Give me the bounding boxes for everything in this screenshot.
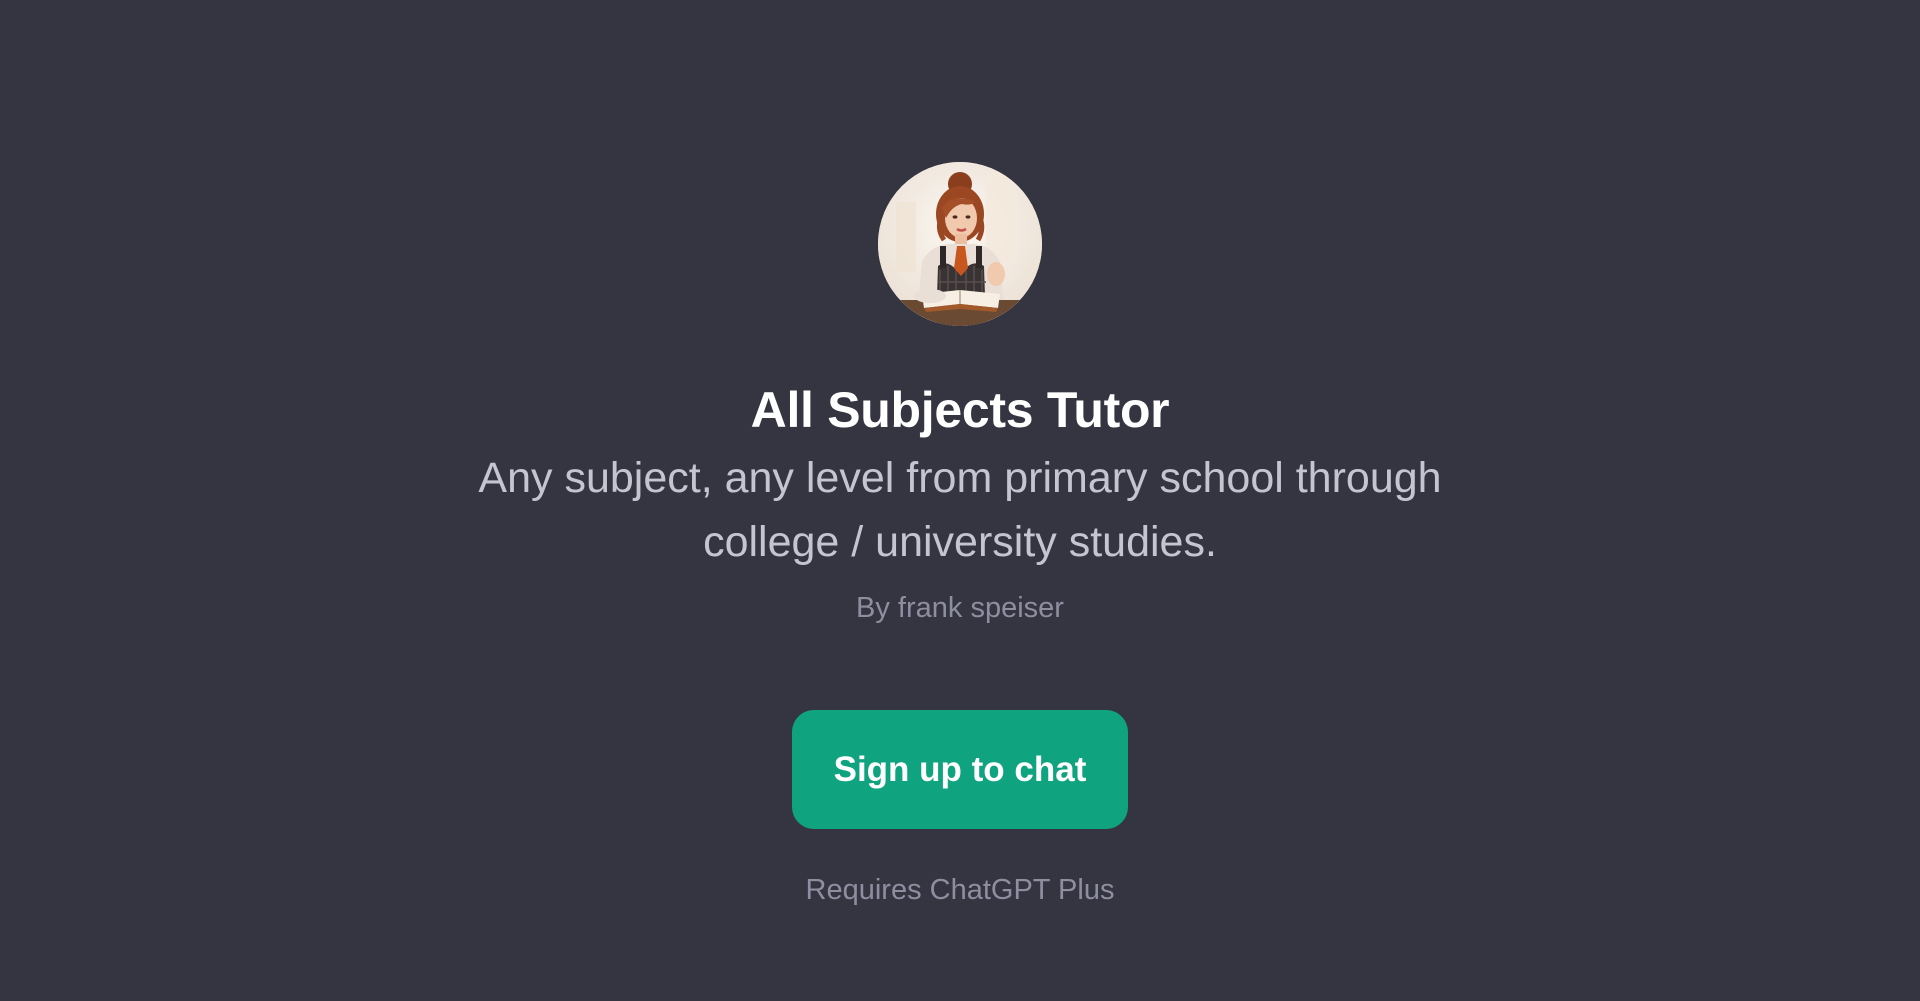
gpt-description: Any subject, any level from primary scho… <box>478 454 1442 566</box>
gpt-landing-page: All Subjects Tutor Any subject, any leve… <box>0 0 1920 1001</box>
gpt-title: All Subjects Tutor <box>750 382 1170 438</box>
requirement-note: Requires ChatGPT Plus <box>805 874 1115 906</box>
tutor-avatar-icon <box>878 162 1042 326</box>
sign-up-to-chat-button[interactable]: Sign up to chat <box>792 710 1128 829</box>
gpt-author: By frank speiser <box>856 592 1064 624</box>
